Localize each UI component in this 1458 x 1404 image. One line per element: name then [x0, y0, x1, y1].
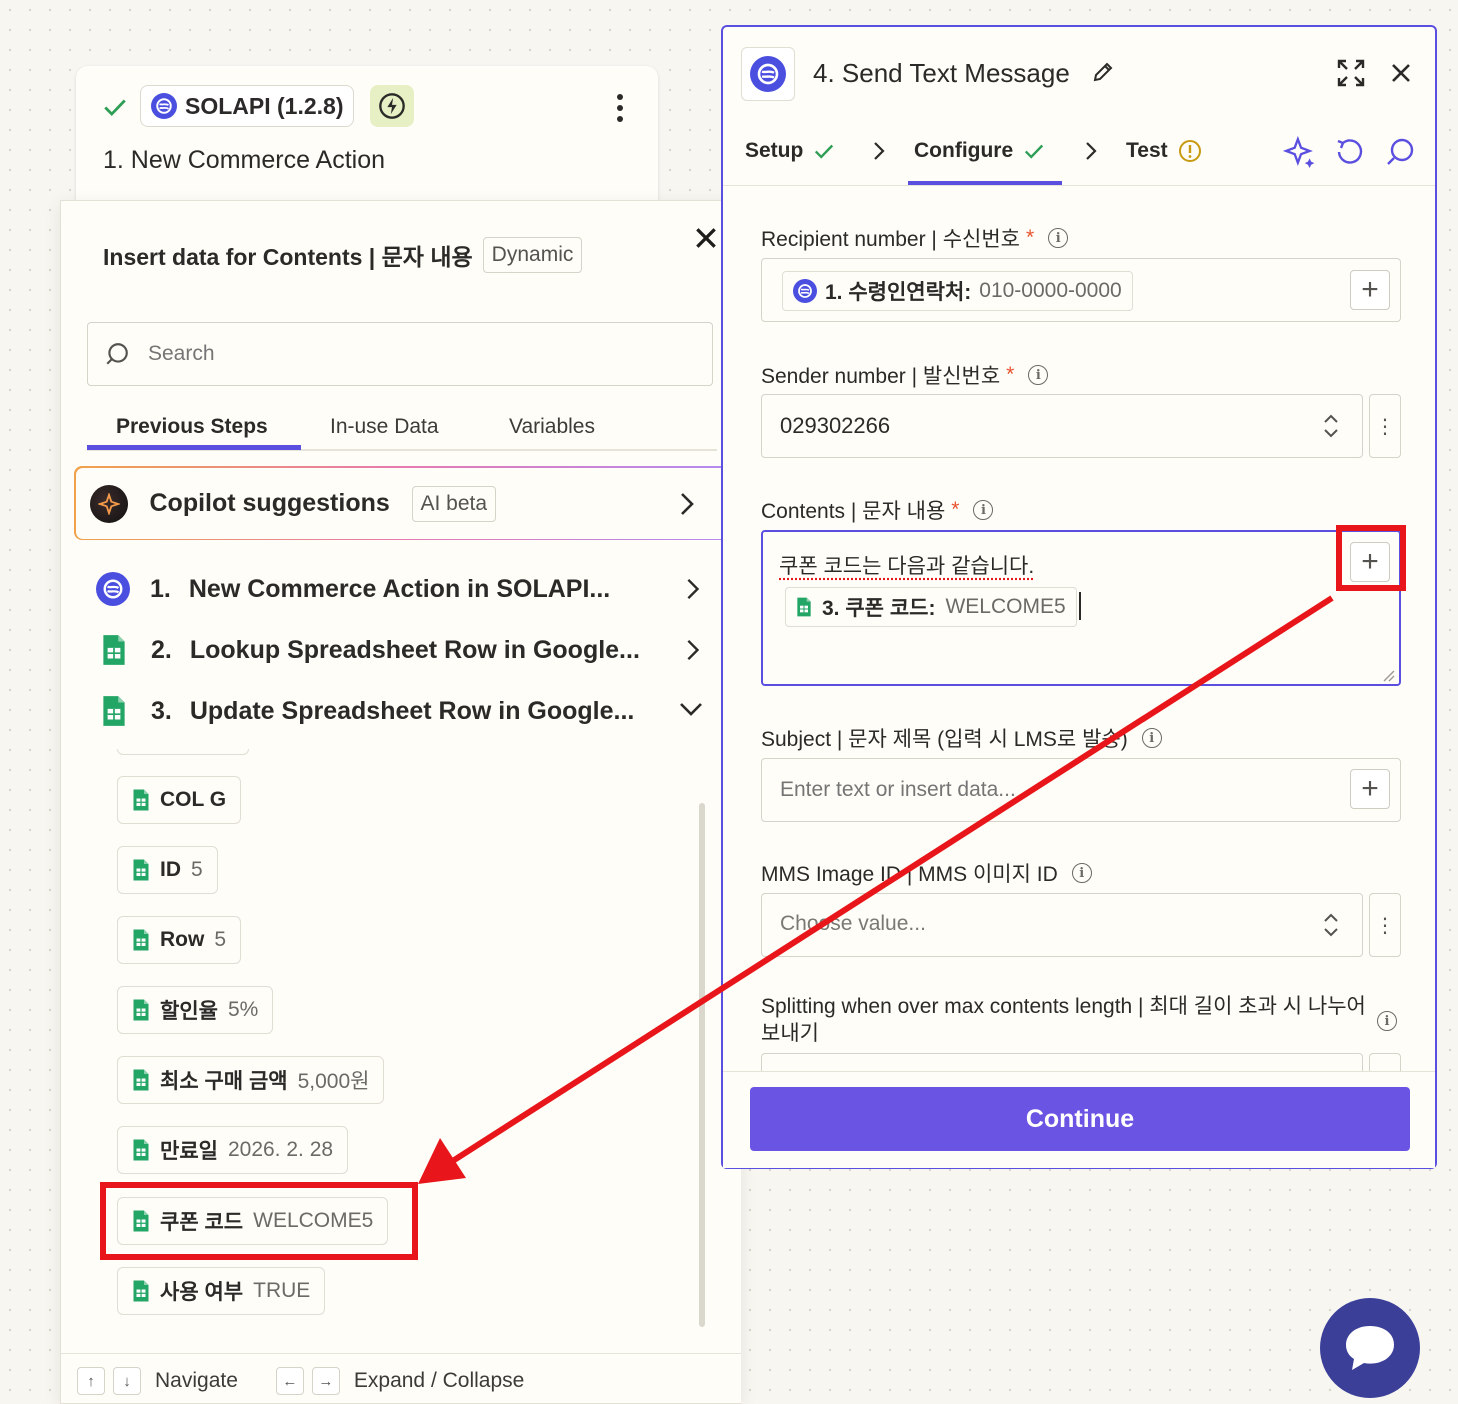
chat-bubble-icon	[1342, 1322, 1398, 1374]
annotation-arrow	[0, 0, 1458, 1402]
chat-support-button[interactable]	[1320, 1298, 1420, 1398]
